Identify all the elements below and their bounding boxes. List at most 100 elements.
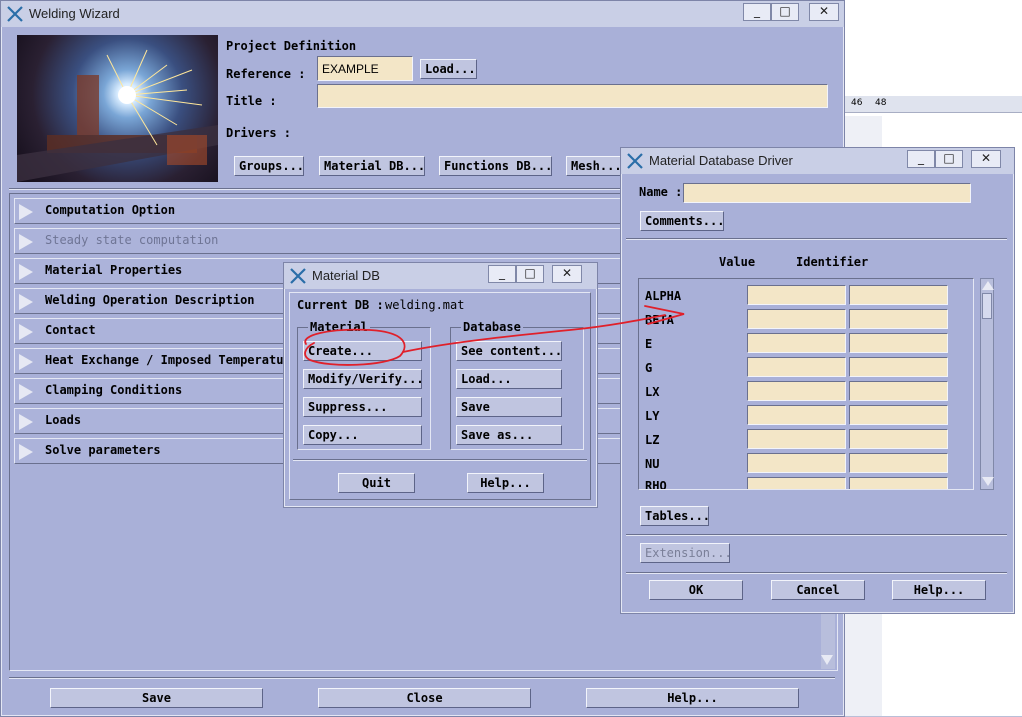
property-name: LX bbox=[645, 385, 660, 399]
expand-arrow-icon[interactable] bbox=[19, 384, 33, 400]
separator bbox=[626, 572, 1007, 574]
identifier-field[interactable] bbox=[849, 333, 948, 353]
properties-table: ALPHA BETA E G LX LY LZ NU RHO bbox=[638, 278, 974, 490]
maximize-icon[interactable]: □ bbox=[771, 3, 799, 21]
value-field[interactable] bbox=[747, 429, 846, 449]
functions-db-button[interactable]: Functions DB... bbox=[439, 156, 552, 176]
expand-arrow-icon[interactable] bbox=[19, 444, 33, 460]
reference-input[interactable] bbox=[317, 56, 413, 81]
identifier-field[interactable] bbox=[849, 477, 948, 489]
driver-titlebar: Material Database Driver _ □ ✕ bbox=[621, 148, 1014, 174]
material-db-button[interactable]: Material DB... bbox=[319, 156, 425, 176]
identifier-field[interactable] bbox=[849, 309, 948, 329]
maximize-icon[interactable]: □ bbox=[935, 150, 963, 168]
copy-button[interactable]: Copy... bbox=[303, 425, 422, 445]
property-name: LY bbox=[645, 409, 660, 423]
identifier-field[interactable] bbox=[849, 429, 948, 449]
expand-arrow-icon[interactable] bbox=[19, 294, 33, 310]
project-definition-heading: Project Definition bbox=[226, 39, 357, 53]
expand-arrow-icon[interactable] bbox=[19, 354, 33, 370]
close-icon[interactable]: ✕ bbox=[552, 265, 582, 283]
cancel-button[interactable]: Cancel bbox=[771, 580, 865, 600]
value-field[interactable] bbox=[747, 453, 846, 473]
properties-scrollbar[interactable] bbox=[980, 278, 994, 490]
scroll-down-icon[interactable] bbox=[821, 655, 833, 665]
ruler-tick: 46 bbox=[851, 98, 863, 108]
close-icon[interactable]: ✕ bbox=[971, 150, 1001, 168]
scroll-down-icon[interactable] bbox=[982, 477, 994, 486]
value-field[interactable] bbox=[747, 381, 846, 401]
save-button[interactable]: Save bbox=[50, 688, 263, 708]
close-button[interactable]: Close bbox=[318, 688, 531, 708]
groups-button[interactable]: Groups... bbox=[234, 156, 304, 176]
value-field[interactable] bbox=[747, 357, 846, 377]
section-label: Clamping Conditions bbox=[45, 383, 183, 397]
section-label: Solve parameters bbox=[45, 443, 161, 457]
property-name: G bbox=[645, 361, 653, 375]
save-database-button[interactable]: Save bbox=[456, 397, 562, 417]
identifier-column-header: Identifier bbox=[796, 255, 869, 269]
load-database-button[interactable]: Load... bbox=[456, 369, 562, 389]
mesh-button[interactable]: Mesh... bbox=[566, 156, 624, 176]
name-input[interactable] bbox=[683, 183, 971, 203]
identifier-field[interactable] bbox=[849, 357, 948, 377]
matdb-title: Material DB bbox=[312, 268, 380, 283]
section-label: Steady state computation bbox=[45, 233, 219, 247]
main-window-title: Welding Wizard bbox=[29, 6, 120, 21]
modify-verify-button[interactable]: Modify/Verify... bbox=[303, 369, 424, 389]
ruler-tick: 48 bbox=[875, 98, 887, 108]
extension-button[interactable]: Extension... bbox=[640, 543, 732, 563]
create-material-button[interactable]: Create... bbox=[303, 341, 422, 361]
expand-arrow-icon[interactable] bbox=[19, 264, 33, 280]
expand-arrow-icon[interactable] bbox=[19, 324, 33, 340]
value-field[interactable] bbox=[747, 333, 846, 353]
title-input[interactable] bbox=[317, 84, 828, 108]
close-icon[interactable]: ✕ bbox=[809, 3, 839, 21]
current-db-value: welding.mat bbox=[385, 298, 465, 312]
value-field[interactable] bbox=[747, 309, 846, 329]
title-label: Title : bbox=[226, 94, 277, 108]
value-field[interactable] bbox=[747, 405, 846, 425]
ok-button[interactable]: OK bbox=[649, 580, 743, 600]
quit-button[interactable]: Quit bbox=[338, 473, 415, 493]
save-as-button[interactable]: Save as... bbox=[456, 425, 562, 445]
maximize-icon[interactable]: □ bbox=[516, 265, 544, 283]
minimize-icon[interactable]: _ bbox=[488, 265, 516, 283]
material-db-dialog: Material DB _ □ ✕ Current DB : welding.m… bbox=[283, 262, 598, 508]
matdb-titlebar: Material DB _ □ ✕ bbox=[284, 263, 597, 289]
identifier-field[interactable] bbox=[849, 453, 948, 473]
suppress-button[interactable]: Suppress... bbox=[303, 397, 422, 417]
scroll-up-icon[interactable] bbox=[982, 281, 994, 290]
identifier-field[interactable] bbox=[849, 381, 948, 401]
property-name: NU bbox=[645, 457, 660, 471]
x-window-icon bbox=[627, 153, 643, 169]
minimize-icon[interactable]: _ bbox=[907, 150, 935, 168]
sections-scrollbar[interactable] bbox=[821, 611, 835, 669]
welding-photo bbox=[17, 35, 218, 182]
expand-arrow-icon[interactable] bbox=[19, 234, 33, 250]
comments-button[interactable]: Comments... bbox=[640, 211, 724, 231]
material-group-title: Material bbox=[308, 320, 370, 334]
value-field[interactable] bbox=[747, 285, 846, 305]
property-name: RHO bbox=[645, 479, 667, 490]
property-name: BETA bbox=[645, 313, 674, 327]
driver-help-button[interactable]: Help... bbox=[892, 580, 986, 600]
background-ruler: 46 48 bbox=[844, 96, 1022, 113]
main-titlebar: Welding Wizard _ □ ✕ bbox=[1, 1, 844, 27]
value-field[interactable] bbox=[747, 477, 846, 489]
see-content-button[interactable]: See content... bbox=[456, 341, 562, 361]
help-button[interactable]: Help... bbox=[586, 688, 799, 708]
identifier-field[interactable] bbox=[849, 405, 948, 425]
expand-arrow-icon[interactable] bbox=[19, 204, 33, 220]
expand-arrow-icon[interactable] bbox=[19, 414, 33, 430]
tables-button[interactable]: Tables... bbox=[640, 506, 710, 526]
property-name: ALPHA bbox=[645, 289, 682, 303]
matdb-help-button[interactable]: Help... bbox=[467, 473, 544, 493]
minimize-icon[interactable]: _ bbox=[743, 3, 771, 21]
load-button[interactable]: Load... bbox=[420, 59, 477, 79]
scroll-thumb[interactable] bbox=[982, 293, 992, 319]
identifier-field[interactable] bbox=[849, 285, 948, 305]
separator bbox=[626, 534, 1007, 536]
separator bbox=[9, 677, 835, 679]
section-label: Loads bbox=[45, 413, 82, 427]
